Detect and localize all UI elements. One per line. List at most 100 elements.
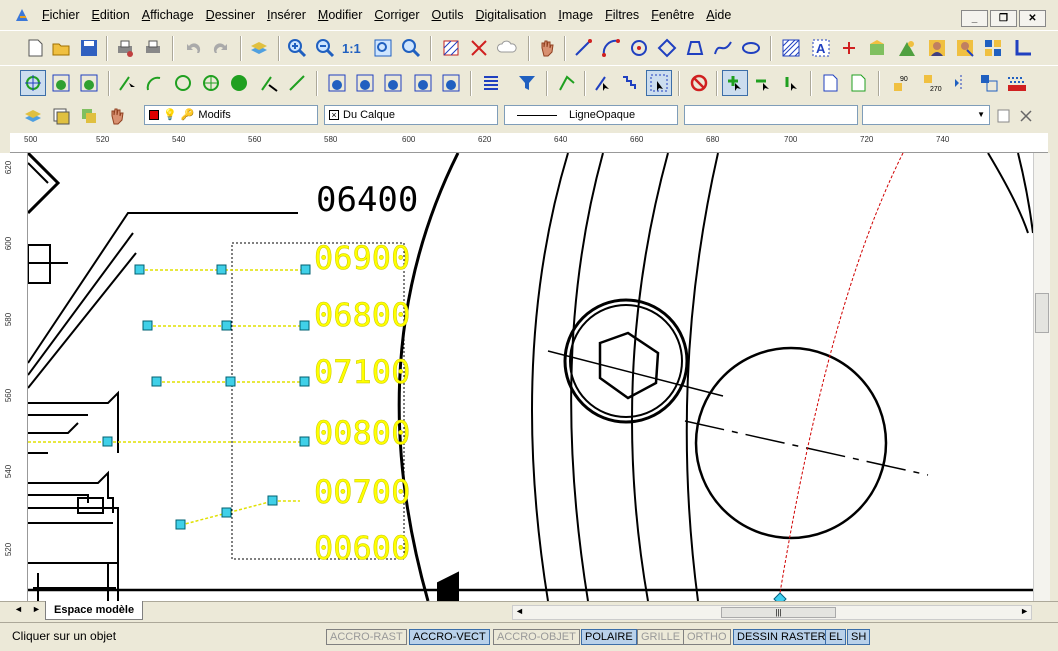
raster-one-icon[interactable] [778,70,804,96]
zoom-out-icon[interactable] [312,35,338,61]
drawing-label-yellow[interactable]: 00700 [314,473,411,512]
drawing-canvas[interactable]: 06400 06900 06800 07100 00800 00700 0060… [28,153,1033,601]
print-icon[interactable] [140,35,166,61]
pick-pattern-icon[interactable] [646,70,672,96]
zoom-extents-icon[interactable] [398,35,424,61]
raster-erase-icon[interactable] [256,70,282,96]
raster-line-icon[interactable] [114,70,140,96]
menu-aide[interactable]: Aide [700,0,737,30]
ucs-axis-icon[interactable] [1010,35,1036,61]
raster-trim-icon[interactable] [284,70,310,96]
menu-outils[interactable]: Outils [426,0,470,30]
drawing-label-yellow[interactable]: 06900 [314,239,411,278]
arc-grip-handle[interactable] [773,592,787,601]
toggle-accro-rast[interactable]: ACCRO-RAST [326,629,407,645]
cloud-icon[interactable] [494,35,520,61]
menu-modifier[interactable]: Modifier [312,0,368,30]
point-icon[interactable] [836,35,862,61]
image-edit-icon[interactable] [952,35,978,61]
dither-icon[interactable] [1004,70,1030,96]
menu-fenetre[interactable]: Fenêtre [645,0,700,30]
toggle-dessin-raster[interactable]: DESSIN RASTER [733,629,830,645]
redo-icon[interactable] [208,35,234,61]
vertical-scrollbar[interactable] [1033,153,1050,601]
layer-select[interactable]: 💡 🔑 Modifs [144,105,318,125]
scroll-left-icon[interactable]: ◄ [515,606,524,616]
drawing-label-yellow[interactable]: 00800 [314,414,411,453]
vertical-scroll-thumb[interactable] [1035,293,1049,333]
menu-dessiner[interactable]: Dessiner [200,0,261,30]
insert-raster-icon[interactable] [894,35,920,61]
lineweight-field[interactable] [684,105,858,125]
horizontal-scrollbar[interactable]: ◄ ||| ► [512,605,1032,620]
plotstyle-select[interactable]: ▼ [862,105,990,125]
line-icon[interactable] [570,35,596,61]
select-raster-5-icon[interactable] [438,70,464,96]
new-doc-small-icon[interactable] [994,103,1014,129]
raster-circle-icon[interactable] [170,70,196,96]
tab-model-space[interactable]: Espace modèle [45,601,144,620]
remove-raster-icon[interactable] [750,70,776,96]
linetype-select[interactable]: LigneOpaque [504,105,678,125]
layer-states-icon[interactable] [48,103,74,129]
save-icon[interactable] [76,35,102,61]
circle-icon[interactable] [626,35,652,61]
menu-affichage[interactable]: Affichage [136,0,200,30]
toggle-polaire[interactable]: POLAIRE [581,629,637,645]
rotate-270-icon[interactable]: 270 [920,70,946,96]
raster-arc-icon[interactable] [142,70,168,96]
raster-tiles-icon[interactable] [980,35,1006,61]
hatch-icon[interactable] [778,35,804,61]
horizontal-scroll-thumb[interactable]: ||| [721,607,836,618]
pan-hand-icon[interactable] [534,35,560,61]
toggle-accro-objet[interactable]: ACCRO-OBJET [493,629,580,645]
scale-icon[interactable] [976,70,1002,96]
zoom-window-icon[interactable] [370,35,396,61]
filter-icon[interactable] [514,70,540,96]
tab-scroll-left-icon[interactable]: ◄ [14,604,23,614]
delete-cross-icon[interactable] [466,35,492,61]
ellipse-icon[interactable] [738,35,764,61]
menu-image[interactable]: Image [552,0,599,30]
drawing-label-yellow[interactable]: 07100 [314,353,411,392]
select-raster-1-icon[interactable] [324,70,350,96]
menu-digitalisation[interactable]: Digitalisation [470,0,553,30]
zoom-1-1-icon[interactable]: 1:1 [340,35,366,61]
pick-stairs-icon[interactable] [618,70,644,96]
snap-circle-center-icon[interactable] [20,70,46,96]
toggle-grille[interactable]: GRILLE [637,629,685,645]
menu-fichier[interactable]: Fichier [36,0,86,30]
layer-match-icon[interactable] [76,103,102,129]
scroll-right-icon[interactable]: ► [1020,606,1029,616]
toggle-el[interactable]: EL [825,629,847,645]
arc-icon[interactable] [598,35,624,61]
open-folder-icon[interactable] [48,35,74,61]
new-file-icon[interactable] [22,35,48,61]
close-panel-icon[interactable] [1016,103,1036,129]
print-settings-icon[interactable] [112,35,138,61]
menu-filtres[interactable]: Filtres [599,0,645,30]
layers-icon[interactable] [246,35,272,61]
tab-scroll-right-icon[interactable]: ► [32,604,41,614]
drawing-label-yellow[interactable]: 00600 [314,529,411,568]
menu-edition[interactable]: Edition [86,0,136,30]
add-raster-icon[interactable] [722,70,748,96]
undo-icon[interactable] [180,35,206,61]
drawing-label-yellow[interactable]: 06800 [314,296,411,335]
page-copy-icon[interactable] [846,70,872,96]
polyline-icon[interactable] [682,35,708,61]
page-arrow-icon[interactable] [818,70,844,96]
select-raster-2-icon[interactable] [352,70,378,96]
toggle-ortho[interactable]: ORTHO [683,629,731,645]
select-polygon-icon[interactable] [76,70,102,96]
raster-circle-center-icon[interactable] [198,70,224,96]
toggle-sh[interactable]: SH [847,629,871,645]
hatch-pattern-icon[interactable] [438,35,464,61]
select-raster-3-icon[interactable] [380,70,406,96]
menu-inserer[interactable]: Insérer [261,0,312,30]
zoom-in-icon[interactable] [284,35,310,61]
color-select[interactable]: × Du Calque [324,105,498,125]
vectorize-icon[interactable] [554,70,580,96]
grip-handles[interactable] [102,264,311,530]
spline-icon[interactable] [710,35,736,61]
